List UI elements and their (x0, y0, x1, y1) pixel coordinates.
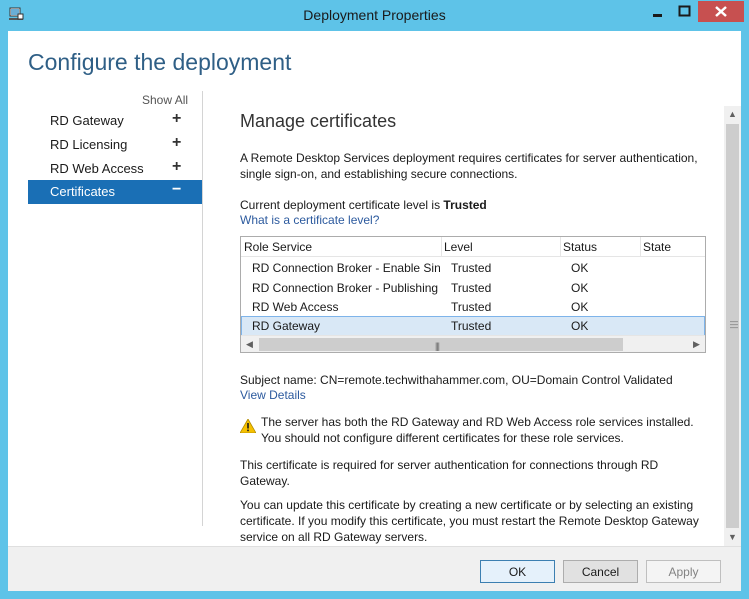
horizontal-scroll-thumb[interactable]: ||| (259, 338, 623, 351)
grip-icon: ||| (435, 341, 440, 351)
ok-button[interactable]: OK (480, 560, 555, 583)
table-header: Role Service Level Status State (241, 237, 705, 257)
close-button[interactable] (698, 1, 744, 22)
cell-role-service: RD Connection Broker - Enable Single Sig… (252, 261, 440, 275)
nav-item-label: RD Gateway (50, 113, 124, 128)
warning-message: The server has both the RD Gateway and R… (240, 414, 710, 446)
column-header-state[interactable]: State (643, 240, 671, 254)
role-services-table[interactable]: Role Service Level Status State RD Conne… (240, 236, 706, 353)
view-details-link[interactable]: View Details (240, 388, 306, 402)
page-heading: Configure the deployment (28, 49, 292, 75)
table-row[interactable]: RD Connection Broker - Publishing Truste… (241, 278, 705, 298)
horizontal-scrollbar[interactable]: ◀ ||| ▶ (241, 335, 705, 352)
grip-icon: — — — (730, 317, 738, 332)
column-separator (441, 237, 442, 257)
warning-icon (240, 419, 256, 433)
nav-item-label: RD Web Access (50, 161, 144, 176)
show-all-link[interactable]: Show All (142, 93, 188, 107)
scroll-up-icon[interactable]: ▲ (724, 106, 741, 123)
cell-status: OK (571, 261, 589, 275)
apply-button[interactable]: Apply (646, 560, 721, 583)
certificate-level-text: Current deployment certificate level is … (240, 197, 710, 213)
minimize-button[interactable] (644, 1, 671, 22)
expand-icon: + (172, 134, 182, 151)
nav-item-certificates[interactable]: Certificates − (28, 180, 202, 204)
cancel-button[interactable]: Cancel (563, 560, 638, 583)
deployment-properties-window: Deployment Properties Configure the depl… (0, 0, 749, 599)
update-text: You can update this certificate by creat… (240, 498, 699, 544)
expand-icon: + (172, 110, 182, 127)
cell-level: Trusted (451, 319, 492, 333)
column-separator (560, 237, 561, 257)
subject-name-text: Subject name: CN=remote.techwithahammer.… (240, 373, 673, 387)
warning-text: The server has both the RD Gateway and R… (261, 415, 694, 445)
dialog-client-area: Configure the deployment Show All RD Gat… (8, 31, 741, 591)
column-header-status[interactable]: Status (563, 240, 597, 254)
scroll-left-icon[interactable]: ◀ (241, 336, 258, 352)
column-header-role-service[interactable]: Role Service (244, 240, 312, 254)
intro-text: A Remote Desktop Services deployment req… (240, 151, 698, 181)
cell-level: Trusted (451, 300, 492, 314)
nav-item-rd-web-access[interactable]: RD Web Access + (28, 157, 202, 181)
column-separator (640, 237, 641, 257)
window-title: Deployment Properties (303, 7, 446, 23)
certificate-level-value: Trusted (443, 198, 487, 212)
nav-item-label: RD Licensing (50, 137, 128, 152)
maximize-button[interactable] (671, 1, 698, 22)
close-icon (715, 6, 727, 17)
cell-role-service: RD Gateway (252, 319, 321, 333)
cell-role-service: RD Connection Broker - Publishing (252, 281, 439, 295)
vertical-scrollbar[interactable]: ▲ — — — ▼ (724, 106, 741, 546)
table-row-selected[interactable]: RD Gateway Trusted OK (241, 316, 705, 336)
collapse-icon: − (172, 181, 182, 198)
cell-level: Trusted (451, 261, 492, 275)
cell-role-service: RD Web Access (252, 300, 339, 314)
cell-status: OK (571, 300, 589, 314)
certificate-level-prefix: Current deployment certificate level is (240, 198, 444, 212)
nav-item-rd-licensing[interactable]: RD Licensing + (28, 133, 202, 157)
dialog-footer: OK Cancel Apply (8, 546, 741, 591)
certificate-level-link[interactable]: What is a certificate level? (240, 213, 379, 227)
vertical-scroll-thumb[interactable]: — — — (726, 124, 739, 528)
minimize-icon (653, 14, 662, 17)
nav-item-rd-gateway[interactable]: RD Gateway + (28, 109, 202, 133)
nav-divider (202, 91, 203, 526)
cell-level: Trusted (451, 281, 492, 295)
maximize-icon (678, 5, 691, 17)
table-row[interactable]: RD Connection Broker - Enable Single Sig… (241, 258, 705, 278)
required-text: This certificate is required for server … (240, 458, 659, 488)
title-bar[interactable]: Deployment Properties (0, 0, 749, 31)
expand-icon: + (172, 158, 182, 175)
cell-status: OK (571, 281, 589, 295)
section-title: Manage certificates (240, 111, 397, 131)
scroll-down-icon[interactable]: ▼ (724, 529, 741, 546)
scroll-right-icon[interactable]: ▶ (688, 336, 705, 352)
cell-status: OK (571, 319, 589, 333)
nav-item-label: Certificates (50, 184, 116, 199)
column-header-level[interactable]: Level (444, 240, 473, 254)
table-row[interactable]: RD Web Access Trusted OK (241, 297, 705, 317)
